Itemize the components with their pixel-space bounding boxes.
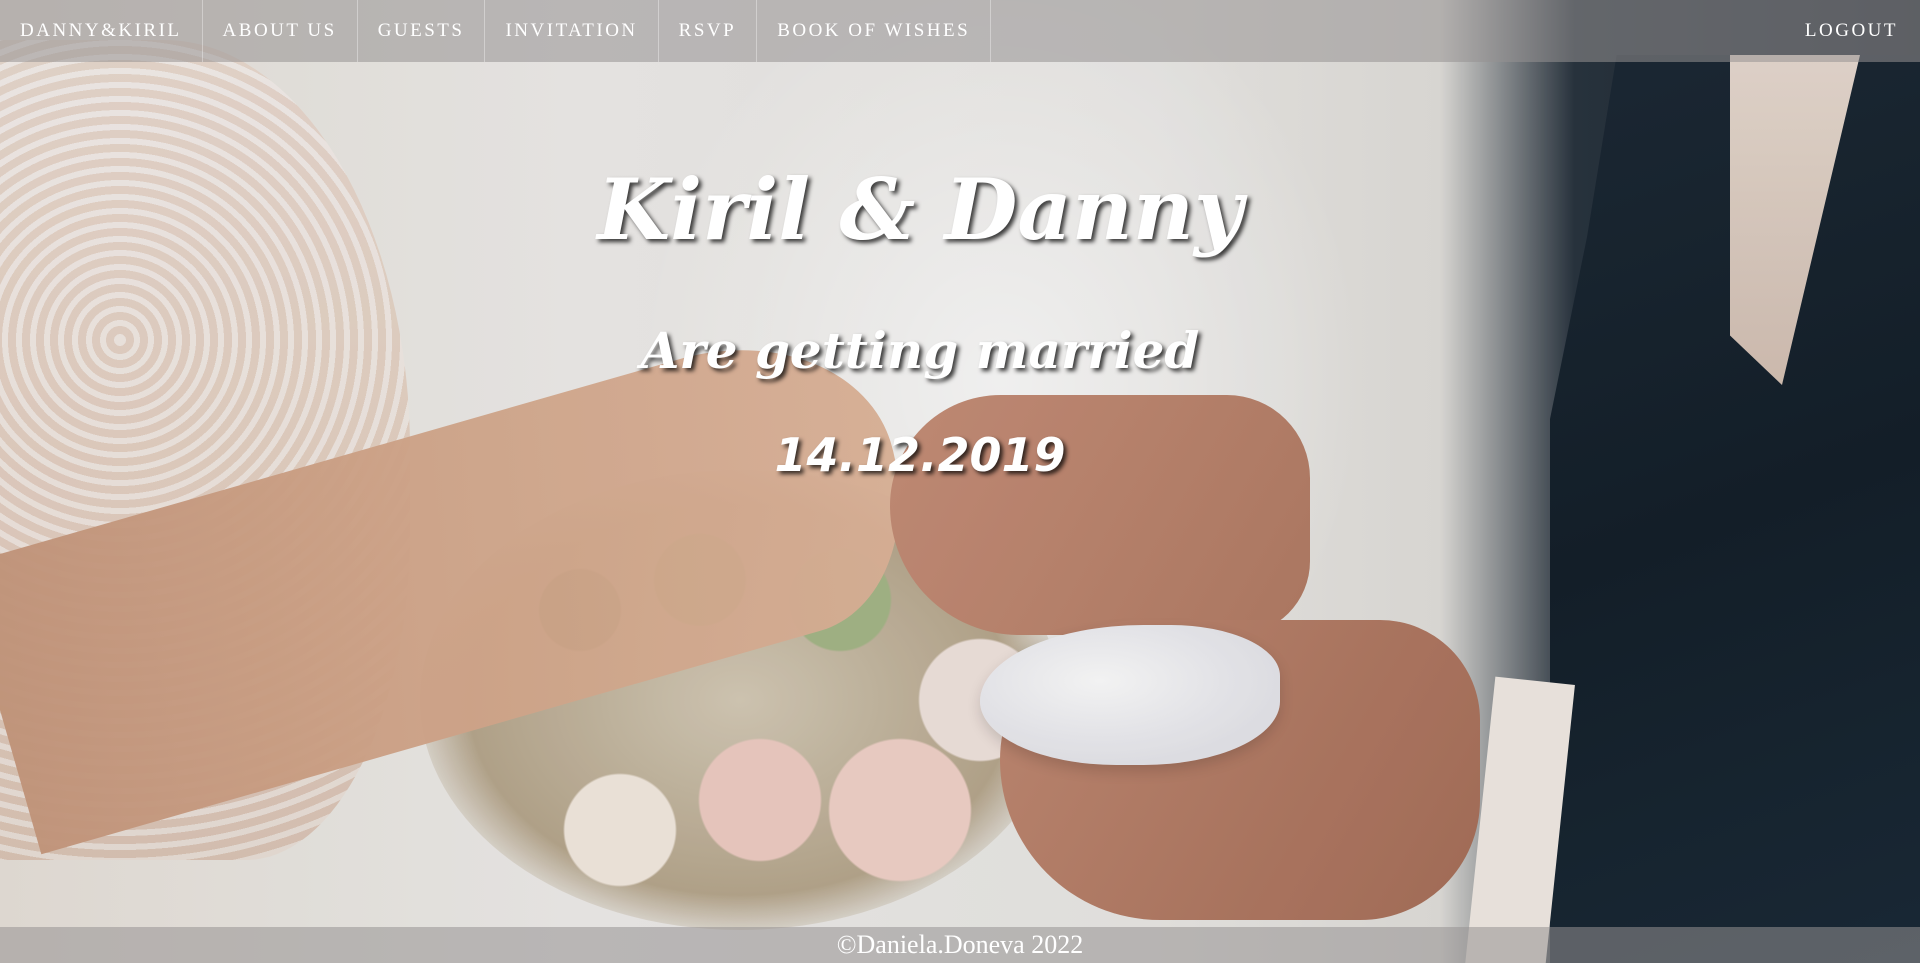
nav-item-rsvp[interactable]: RSVP <box>659 0 758 62</box>
wedding-date: 14.12.2019 <box>774 428 1066 482</box>
hero-title: Kiril & Danny <box>597 160 1243 259</box>
logout-link[interactable]: LOGOUT <box>1785 0 1920 62</box>
footer: ©Daniela.Doneva 2022 <box>0 927 1920 963</box>
nav-brand-link[interactable]: DANNY&KIRIL <box>0 0 203 62</box>
nav-item-about-us[interactable]: ABOUT US <box>203 0 358 62</box>
top-navigation: DANNY&KIRIL ABOUT US GUESTS INVITATION R… <box>0 0 1920 62</box>
nav-item-guests[interactable]: GUESTS <box>358 0 486 62</box>
nav-item-book-of-wishes[interactable]: BOOK OF WISHES <box>757 0 992 62</box>
nav-item-invitation[interactable]: INVITATION <box>485 0 659 62</box>
page: DANNY&KIRIL ABOUT US GUESTS INVITATION R… <box>0 0 1920 963</box>
footer-copyright: ©Daniela.Doneva 2022 <box>836 930 1084 959</box>
hero-subtitle: Are getting married <box>640 321 1200 380</box>
